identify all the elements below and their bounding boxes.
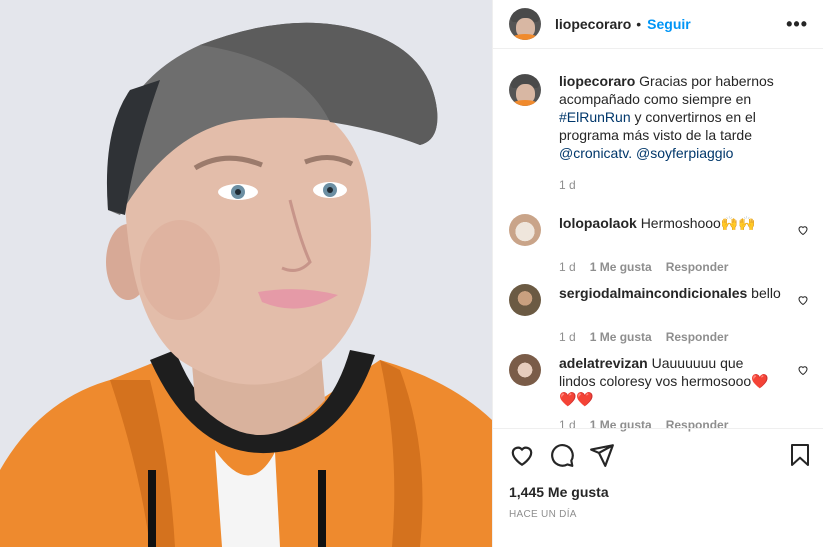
commenter-avatar[interactable] <box>509 214 541 246</box>
comment-text: lolopaolaok Hermoshooo🙌🙌 <box>559 214 783 232</box>
comment-body: Hermoshooo <box>640 215 721 231</box>
comment-likes[interactable]: 1 Me gusta <box>590 260 652 274</box>
comment-text: adelatrevizan Uauuuuuu que lindos colore… <box>559 354 783 408</box>
share-paper-plane-icon[interactable] <box>589 442 615 468</box>
commenter-avatar[interactable] <box>509 284 541 316</box>
comment-time[interactable]: 1 d <box>559 260 576 274</box>
comment-emoji: 🙌🙌 <box>720 215 756 231</box>
comment-likes[interactable]: 1 Me gusta <box>590 330 652 344</box>
action-bar <box>493 428 823 484</box>
follow-button[interactable]: Seguir <box>647 16 691 32</box>
mention-link-soyferpiaggio[interactable]: @soyferpiaggio <box>636 145 734 161</box>
like-heart-icon[interactable] <box>509 442 535 468</box>
post-caption: liopecoraro Gracias por habernos acompañ… <box>509 72 809 162</box>
reply-button[interactable]: Responder <box>666 260 729 274</box>
mention-link-cronicatv[interactable]: @cronicatv. <box>559 145 632 161</box>
like-comment-heart-icon[interactable] <box>797 294 809 306</box>
post-header: liopecoraro • Seguir ••• <box>493 0 823 49</box>
commenter-avatar[interactable] <box>509 354 541 386</box>
author-username[interactable]: liopecoraro <box>555 16 631 32</box>
like-count[interactable]: 1,445 Me gusta <box>509 484 609 500</box>
post-side-panel: liopecoraro • Seguir ••• liopecoraro Gra… <box>492 0 823 547</box>
post-photo[interactable] <box>0 0 492 547</box>
comment-meta: 1 d 1 Me gusta Responder <box>559 330 809 344</box>
caption-timestamp[interactable]: 1 d <box>559 178 576 192</box>
header-separator: • <box>636 16 642 32</box>
reply-button[interactable]: Responder <box>666 330 729 344</box>
save-bookmark-icon[interactable] <box>788 442 812 468</box>
comment-item: sergiodalmaincondicionales bello 1 d 1 M… <box>509 284 809 344</box>
comment-username[interactable]: lolopaolaok <box>559 215 637 231</box>
comment-item: lolopaolaok Hermoshooo🙌🙌 1 d 1 Me gusta … <box>509 214 809 274</box>
author-avatar[interactable] <box>509 8 541 40</box>
caption-text: liopecoraro Gracias por habernos acompañ… <box>559 72 809 162</box>
caption-username[interactable]: liopecoraro <box>559 73 635 89</box>
comment-time[interactable]: 1 d <box>559 330 576 344</box>
comment-meta: 1 d 1 Me gusta Responder <box>559 260 809 274</box>
instagram-post: liopecoraro • Seguir ••• liopecoraro Gra… <box>0 0 823 547</box>
like-comment-heart-icon[interactable] <box>797 364 809 376</box>
selfie-image <box>0 0 492 547</box>
comment-body: bello <box>751 285 781 301</box>
comment-username[interactable]: adelatrevizan <box>559 355 648 371</box>
comment-text: sergiodalmaincondicionales bello <box>559 284 783 302</box>
post-date[interactable]: Hace un día <box>509 509 577 520</box>
comment-bubble-icon[interactable] <box>549 442 575 468</box>
comment-username[interactable]: sergiodalmaincondicionales <box>559 285 747 301</box>
like-comment-heart-icon[interactable] <box>797 224 809 236</box>
comment-item: adelatrevizan Uauuuuuu que lindos colore… <box>509 354 809 432</box>
caption-author-avatar[interactable] <box>509 74 541 106</box>
hashtag-link[interactable]: #ElRunRun <box>559 109 631 125</box>
more-options-icon[interactable]: ••• <box>786 15 808 33</box>
